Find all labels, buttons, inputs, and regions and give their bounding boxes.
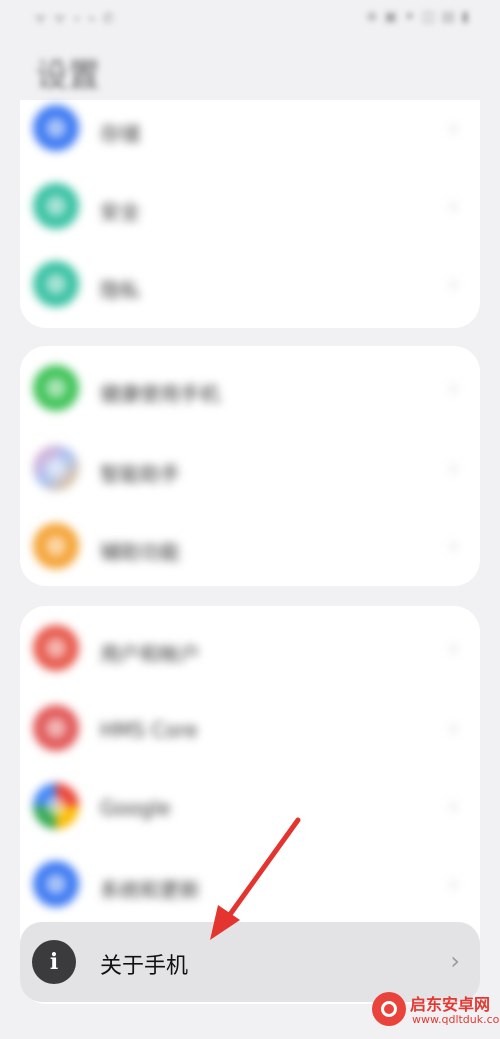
- watermark-title: 启东安卓网: [410, 995, 491, 1014]
- settings-item-digital-balance[interactable]: 健康使用手机 ›: [20, 352, 480, 430]
- watermark-logo-icon: [372, 992, 406, 1026]
- settings-item-label: Google: [100, 796, 171, 820]
- settings-item-privacy[interactable]: 隐私 ›: [20, 248, 480, 326]
- chevron-right-icon: ›: [450, 947, 460, 975]
- settings-group-1: 存储 › 安全 › 隐私 ›: [20, 100, 480, 328]
- status-left-icons: ᯤ ᯤ ⋆ ⌁ ✆: [34, 11, 116, 27]
- settings-item-system-update[interactable]: 系统和更新 ›: [20, 848, 480, 926]
- settings-group-2: 健康使用手机 › 智能助手 › 辅助功能 ›: [20, 346, 480, 586]
- settings-item-label: 关于手机: [100, 954, 189, 979]
- watermark: 启东安卓网 www.qdltduk.com: [368, 988, 500, 1038]
- chevron-right-icon: ›: [449, 534, 458, 559]
- settings-item-accessibility[interactable]: 辅助功能 ›: [20, 510, 480, 588]
- settings-item-label: HMS Core: [100, 718, 198, 742]
- hms-core-icon: [33, 705, 79, 751]
- chevron-right-icon: ›: [449, 872, 458, 897]
- settings-item-storage[interactable]: 存储 ›: [20, 92, 480, 170]
- chevron-right-icon: ›: [449, 636, 458, 661]
- chevron-right-icon: ›: [449, 716, 458, 741]
- chevron-right-icon: ›: [449, 794, 458, 819]
- settings-item-users-accounts[interactable]: 用户和帐户 ›: [20, 612, 480, 690]
- settings-item-google[interactable]: Google ›: [20, 770, 480, 848]
- chevron-right-icon: ›: [449, 272, 458, 297]
- privacy-icon: [33, 261, 79, 307]
- settings-item-hms-core[interactable]: HMS Core ›: [20, 692, 480, 770]
- page-title: 设置: [36, 56, 101, 94]
- settings-item-label: 系统和更新: [100, 878, 200, 902]
- settings-item-label: 用户和帐户: [100, 642, 200, 666]
- settings-item-label: 存储: [100, 122, 140, 146]
- storage-icon: [33, 105, 79, 151]
- chevron-right-icon: ›: [449, 376, 458, 401]
- settings-item-label: 辅助功能: [100, 540, 180, 564]
- chevron-right-icon: ›: [449, 194, 458, 219]
- settings-item-label: 智能助手: [100, 462, 180, 486]
- info-icon: i: [32, 940, 76, 984]
- users-accounts-icon: [33, 625, 79, 671]
- settings-item-smart-assistant[interactable]: 智能助手 ›: [20, 432, 480, 510]
- smart-assistant-icon: [33, 445, 79, 491]
- settings-item-label: 安全: [100, 200, 140, 224]
- chevron-right-icon: ›: [449, 116, 458, 141]
- settings-item-security[interactable]: 安全 ›: [20, 170, 480, 248]
- status-bar: ᯤ ᯤ ⋆ ⌁ ✆ ⊕ ▣ ✦ ◫ ▤ ▮: [0, 0, 500, 36]
- security-icon: [33, 183, 79, 229]
- google-icon: [33, 783, 79, 829]
- status-right-icons: ⊕ ▣ ✦ ◫ ▤ ▮: [365, 9, 470, 25]
- chevron-right-icon: ›: [449, 456, 458, 481]
- settings-item-label: 隐私: [100, 278, 140, 302]
- system-update-icon: [33, 861, 79, 907]
- watermark-url: www.qdltduk.com: [412, 1013, 500, 1026]
- settings-item-label: 健康使用手机: [100, 382, 220, 406]
- accessibility-icon: [33, 523, 79, 569]
- digital-balance-icon: [33, 365, 79, 411]
